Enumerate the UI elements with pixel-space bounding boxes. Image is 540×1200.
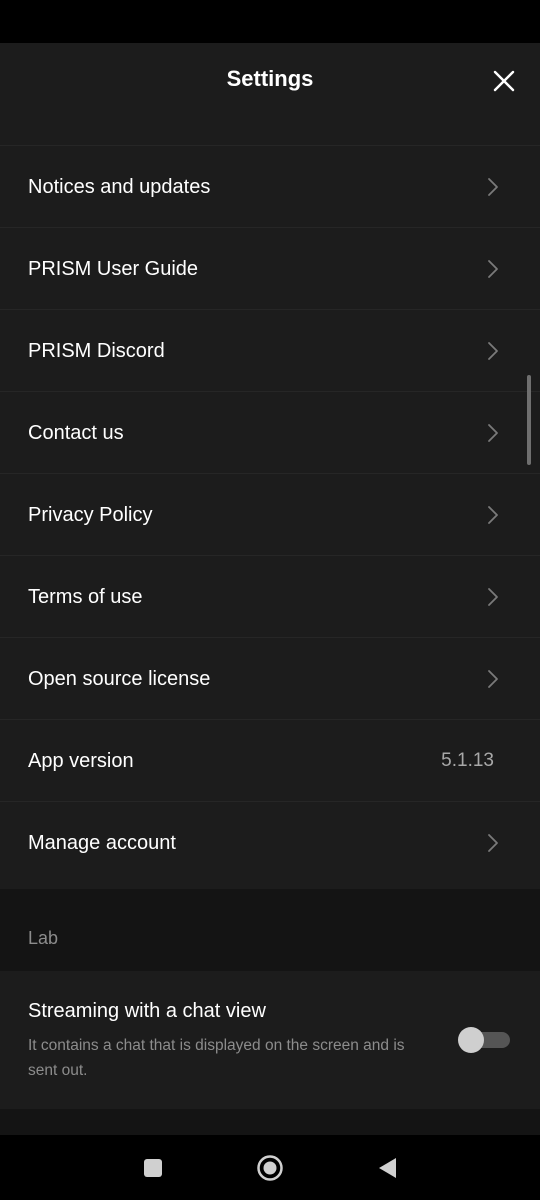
chevron-right-icon xyxy=(488,178,498,196)
settings-item-app-version: App version 5.1.13 xyxy=(0,719,540,801)
status-bar xyxy=(0,0,540,43)
chat-view-toggle[interactable] xyxy=(458,1027,512,1053)
header: Settings xyxy=(0,43,540,115)
settings-item-label: Open source license xyxy=(28,668,211,690)
scrollbar[interactable] xyxy=(527,375,531,465)
close-button[interactable] xyxy=(488,65,520,97)
settings-item-manage-account[interactable]: Manage account xyxy=(0,801,540,883)
settings-item-label: Privacy Policy xyxy=(28,504,153,526)
settings-item-label: Manage account xyxy=(28,832,176,854)
back-button[interactable] xyxy=(372,1153,402,1183)
chevron-right-icon xyxy=(488,260,498,278)
chevron-right-icon xyxy=(488,834,498,852)
lab-section-header: Lab xyxy=(0,889,540,971)
home-button[interactable] xyxy=(255,1153,285,1183)
settings-item-open-source-license[interactable]: Open source license xyxy=(0,637,540,719)
settings-item-notices[interactable]: Notices and updates xyxy=(0,145,540,227)
circle-icon xyxy=(257,1155,283,1181)
square-icon xyxy=(144,1159,162,1177)
chevron-right-icon xyxy=(488,342,498,360)
settings-item-terms-of-use[interactable]: Terms of use xyxy=(0,555,540,637)
chevron-right-icon xyxy=(488,424,498,442)
settings-item-privacy-policy[interactable]: Privacy Policy xyxy=(0,473,540,555)
chevron-right-icon xyxy=(488,670,498,688)
section-label-lab: Lab xyxy=(28,928,59,948)
lab-item-description: It contains a chat that is displayed on … xyxy=(28,1037,405,1079)
lab-item-title: Streaming with a chat view xyxy=(28,1000,266,1022)
recents-button[interactable] xyxy=(138,1153,168,1183)
lab-item-chat-view-streaming: Streaming with a chat view It contains a… xyxy=(0,971,540,1109)
settings-item-label: Contact us xyxy=(28,422,124,444)
chevron-right-icon xyxy=(488,506,498,524)
settings-item-user-guide[interactable]: PRISM User Guide xyxy=(0,227,540,309)
footer-strip xyxy=(0,1109,540,1135)
close-icon xyxy=(493,70,515,92)
settings-item-label: Notices and updates xyxy=(28,176,211,198)
settings-item-contact-us[interactable]: Contact us xyxy=(0,391,540,473)
back-triangle-icon xyxy=(379,1158,396,1178)
chevron-right-icon xyxy=(488,588,498,606)
settings-item-label: Terms of use xyxy=(28,586,143,608)
settings-item-discord[interactable]: PRISM Discord xyxy=(0,309,540,391)
settings-list: Notices and updates PRISM User Guide PRI… xyxy=(0,145,540,883)
app-version-value: 5.1.13 xyxy=(441,750,494,771)
toggle-knob xyxy=(458,1027,484,1053)
settings-item-label: PRISM User Guide xyxy=(28,258,199,280)
settings-item-label: App version xyxy=(28,750,134,772)
page-title: Settings xyxy=(226,66,314,91)
settings-item-label: PRISM Discord xyxy=(28,340,165,362)
system-nav-bar xyxy=(0,1135,540,1200)
settings-screen: Settings Notices and updates PRISM User … xyxy=(0,43,540,1135)
